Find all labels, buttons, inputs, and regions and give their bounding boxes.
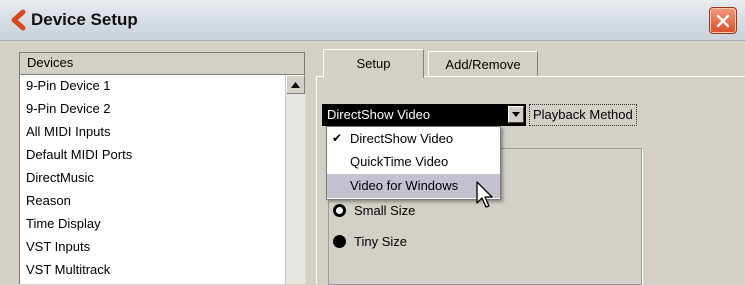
window-title: Device Setup [31, 10, 138, 29]
playback-method-dropdown[interactable]: DirectShow Video [322, 104, 526, 126]
close-button[interactable] [709, 7, 737, 34]
title-bar: Device Setup [0, 0, 745, 41]
menu-item-quicktime[interactable]: QuickTime Video [327, 150, 500, 173]
menu-item-video-for-windows[interactable]: Video for Windows [327, 174, 500, 198]
radio-button[interactable] [333, 203, 346, 217]
small-size-label: Small Size [354, 202, 416, 218]
devices-header-label: Devices [27, 55, 74, 70]
device-item[interactable]: VST Multitrack [26, 259, 110, 281]
device-item[interactable]: Time Display [26, 213, 101, 235]
chevron-up-icon [291, 81, 300, 88]
dropdown-selected-value: DirectShow Video [327, 107, 431, 122]
scroll-up-button[interactable] [286, 75, 305, 94]
checkmark-icon: ✔ [332, 131, 343, 145]
dialog-body: Devices 9-Pin Device 1 9-Pin Device 2 Al… [0, 41, 745, 285]
device-item[interactable]: All MIDI Inputs [26, 121, 111, 143]
tab-add-remove[interactable]: Add/Remove [428, 51, 538, 77]
tab-setup[interactable]: Setup [323, 49, 424, 78]
close-icon [716, 14, 730, 27]
device-item[interactable]: 9-Pin Device 1 [26, 75, 111, 97]
device-item[interactable]: Reason [26, 190, 71, 212]
dropdown-arrow-button[interactable] [508, 106, 524, 123]
device-item[interactable]: 9-Pin Device 2 [26, 98, 111, 120]
chevron-down-icon [512, 112, 520, 117]
radio-button[interactable] [333, 234, 346, 248]
tiny-size-option[interactable]: Tiny Size [333, 231, 407, 251]
devices-list: Devices 9-Pin Device 1 9-Pin Device 2 Al… [19, 52, 305, 284]
playback-method-label: Playback Method [529, 104, 637, 126]
tiny-size-label: Tiny Size [354, 233, 407, 249]
device-item[interactable]: VST Inputs [26, 236, 90, 258]
small-size-option[interactable]: Small Size [333, 200, 415, 220]
devices-list-header: Devices [20, 53, 304, 75]
device-item[interactable]: DirectMusic [26, 167, 94, 189]
mouse-cursor-icon [476, 181, 493, 208]
device-item[interactable]: Default MIDI Ports [26, 144, 132, 166]
app-logo-icon [11, 9, 26, 31]
devices-scrollbar[interactable] [285, 75, 305, 284]
menu-item-directshow[interactable]: ✔ DirectShow Video [327, 127, 500, 150]
playback-method-menu: ✔ DirectShow Video QuickTime Video Video… [326, 126, 501, 200]
